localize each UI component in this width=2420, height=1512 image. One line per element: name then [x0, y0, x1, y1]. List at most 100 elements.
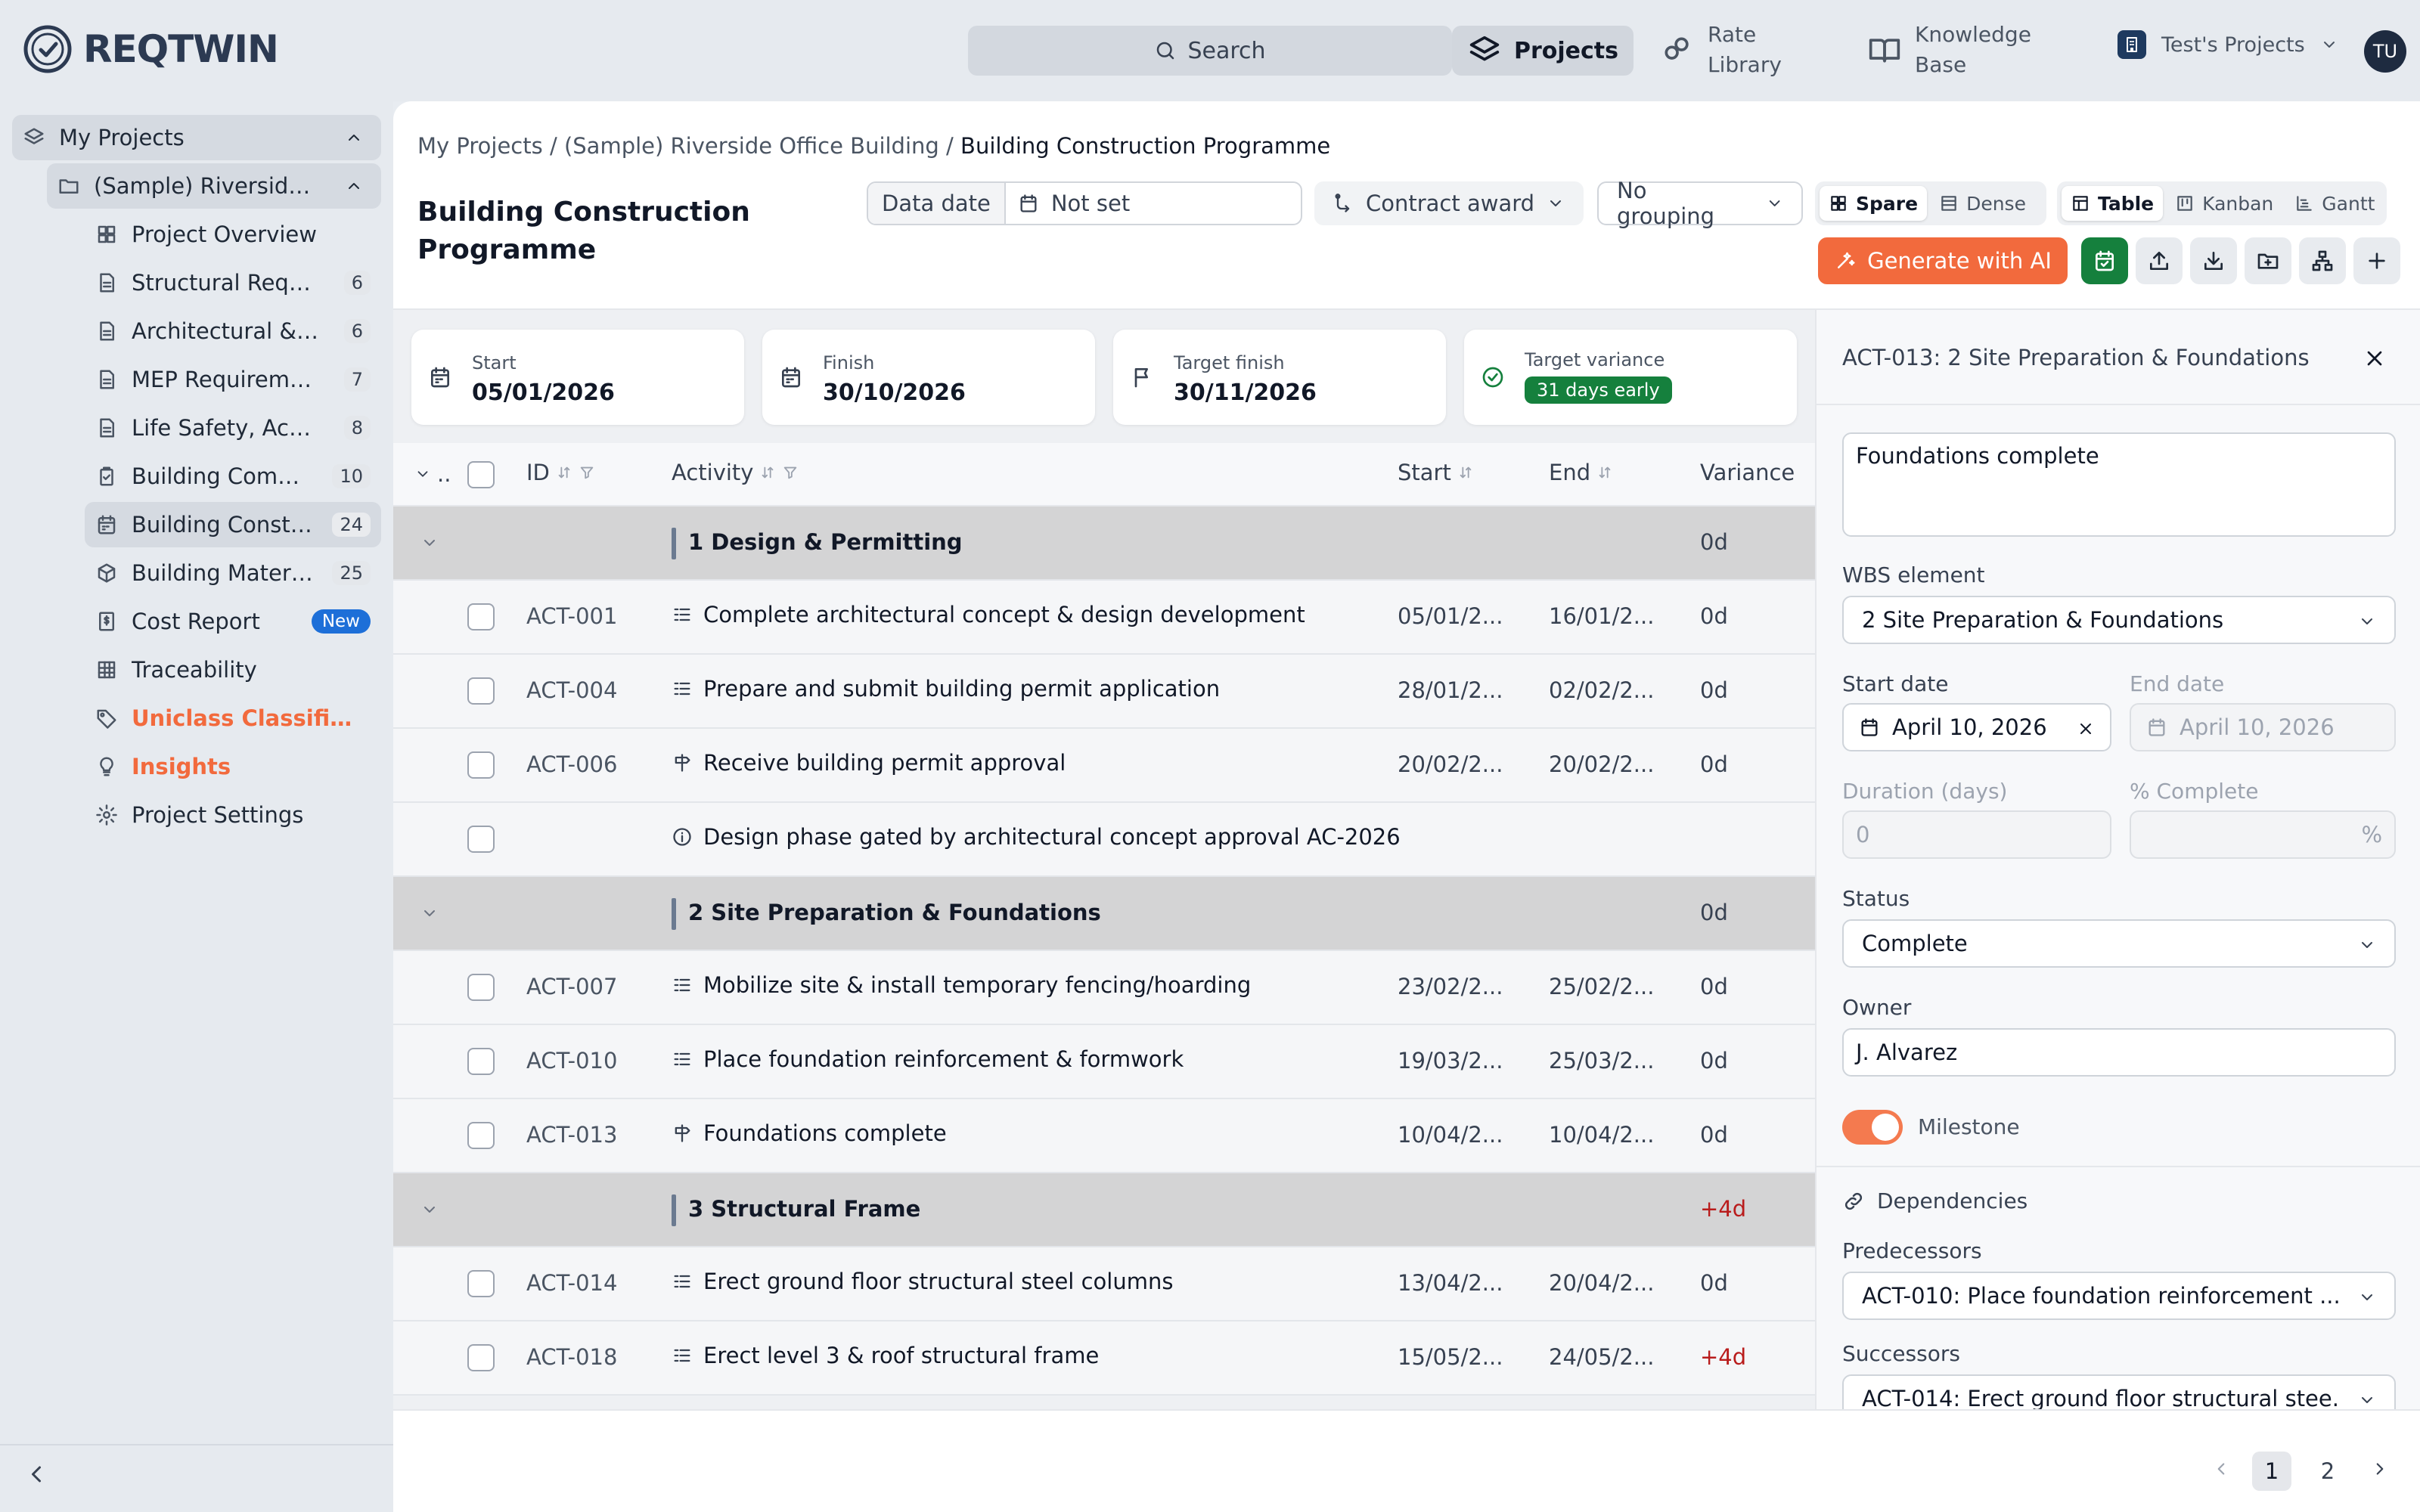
column-id[interactable]: ID: [526, 460, 595, 485]
collapse-sidebar-icon[interactable]: [23, 1461, 50, 1488]
sort-icon[interactable]: [556, 464, 572, 481]
sidebar-item-label: Uniclass Classification: [132, 705, 358, 731]
view-table[interactable]: Table: [2062, 186, 2164, 221]
page-1[interactable]: 1: [2252, 1452, 2291, 1491]
status-select[interactable]: Complete: [1842, 919, 2396, 968]
sidebar-project[interactable]: (Sample) Riverside Office Building: [47, 163, 381, 209]
wbs-select[interactable]: 2 Site Preparation & Foundations: [1842, 596, 2396, 644]
folder-button[interactable]: [2245, 237, 2291, 284]
sidebar-item-mep[interactable]: MEP Requirements 7: [85, 357, 381, 402]
table-row[interactable]: ACT-004 Prepare and submit building perm…: [393, 655, 1815, 729]
download-button[interactable]: [2190, 237, 2237, 284]
sort-icon[interactable]: [1596, 464, 1613, 481]
note-row[interactable]: Design phase gated by architectural conc…: [393, 803, 1815, 877]
data-date-control[interactable]: Data date Not set: [867, 181, 1302, 225]
nav-rate-library[interactable]: Rate Library: [1661, 20, 1791, 80]
clear-icon[interactable]: [2077, 720, 2095, 738]
density-spare-label: Spare: [1856, 192, 1919, 215]
grouping-select[interactable]: No grouping: [1597, 178, 1803, 229]
sidebar-item-label: Building Construction Programme: [132, 512, 313, 538]
workspace-switcher[interactable]: Test's Projects: [2118, 30, 2338, 59]
close-icon[interactable]: [2363, 346, 2387, 370]
table-row[interactable]: ACT-018 Erect level 3 & roof structural …: [393, 1321, 1815, 1396]
row-start: 28/01/2...: [1398, 677, 1503, 703]
chevron-down-icon[interactable]: [420, 1201, 439, 1219]
select-all-checkbox[interactable]: [467, 461, 495, 488]
sidebar-my-projects[interactable]: My Projects: [12, 115, 381, 160]
sidebar-item-insights[interactable]: Insights: [85, 744, 381, 789]
row-checkbox[interactable]: [467, 1122, 495, 1149]
column-activity[interactable]: Activity: [672, 460, 799, 485]
generate-ai-button[interactable]: Generate with AI: [1818, 237, 2068, 284]
prev-page-icon[interactable]: [2211, 1459, 2231, 1479]
nav-knowledge-base[interactable]: Knowledge Base: [1868, 20, 2043, 80]
column-start[interactable]: Start: [1398, 460, 1474, 485]
density-spare[interactable]: Spare: [1820, 186, 1928, 221]
activity-name-textarea[interactable]: Foundations complete: [1842, 432, 2396, 537]
group-row[interactable]: 3 Structural Frame +4d: [393, 1173, 1815, 1247]
nav-projects-label: Projects: [1513, 37, 1618, 64]
sidebar-item-traceability[interactable]: Traceability: [85, 647, 381, 692]
table-row[interactable]: ACT-006 Receive building permit approval…: [393, 729, 1815, 803]
expand-all-toggle[interactable]: ..: [414, 461, 451, 487]
sidebar-item-project-overview[interactable]: Project Overview: [85, 212, 381, 257]
sidebar-item-materials[interactable]: Building Materials 25: [85, 550, 381, 596]
sort-icon[interactable]: [1457, 464, 1474, 481]
hierarchy-button[interactable]: [2299, 237, 2346, 284]
owner-input[interactable]: J. Alvarez: [1842, 1028, 2396, 1077]
sidebar-item-life-safety[interactable]: Life Safety, Accessibility 8: [85, 405, 381, 451]
group-row[interactable]: 2 Site Preparation & Foundations 0d: [393, 877, 1815, 951]
search-button[interactable]: Search: [968, 26, 1452, 76]
row-checkbox[interactable]: [467, 1270, 495, 1297]
filter-icon[interactable]: [782, 464, 799, 481]
column-id-label: ID: [526, 460, 550, 485]
row-end: 25/02/2...: [1549, 974, 1655, 999]
density-dense[interactable]: Dense: [1930, 186, 2035, 221]
breadcrumb-my-projects[interactable]: My Projects: [417, 133, 543, 159]
table-row[interactable]: ACT-014 Erect ground floor structural st…: [393, 1247, 1815, 1321]
sidebar-item-construction-programme[interactable]: Building Construction Programme 24: [85, 502, 381, 547]
row-checkbox[interactable]: [467, 1048, 495, 1075]
row-checkbox[interactable]: [467, 751, 495, 779]
row-checkbox[interactable]: [467, 603, 495, 631]
table-row[interactable]: ACT-007 Mobilize site & install temporar…: [393, 951, 1815, 1025]
sidebar-item-project-settings[interactable]: Project Settings: [85, 792, 381, 838]
table-row[interactable]: ACT-001 Complete architectural concept &…: [393, 581, 1815, 655]
nav-projects[interactable]: Projects: [1452, 26, 1634, 76]
sidebar-item-structural[interactable]: Structural Requirements 6: [85, 260, 381, 305]
predecessors-select[interactable]: ACT-010: Place foundation reinforcement …: [1842, 1272, 2396, 1320]
next-page-icon[interactable]: [2370, 1459, 2390, 1479]
start-date-input[interactable]: April 10, 2026: [1842, 703, 2111, 751]
row-checkbox[interactable]: [467, 826, 495, 853]
table-row-selected[interactable]: ACT-013 Foundations complete 10/04/2... …: [393, 1099, 1815, 1173]
table-row[interactable]: ACT-010 Place foundation reinforcement &…: [393, 1025, 1815, 1099]
row-checkbox[interactable]: [467, 974, 495, 1001]
add-button[interactable]: [2353, 237, 2400, 284]
percent-unit: %: [2361, 822, 2382, 847]
baseline-select[interactable]: Contract award: [1314, 181, 1584, 225]
filter-icon[interactable]: [579, 464, 595, 481]
chevron-down-icon[interactable]: [420, 904, 439, 922]
view-gantt[interactable]: Gantt: [2285, 186, 2384, 221]
sidebar-item-architectural[interactable]: Architectural & Interior 6: [85, 308, 381, 354]
brand-logo[interactable]: REQTWIN: [23, 24, 279, 74]
row-checkbox[interactable]: [467, 677, 495, 705]
column-end[interactable]: End: [1549, 460, 1613, 485]
sidebar-item-uniclass[interactable]: Uniclass Classification: [85, 696, 381, 741]
sidebar-item-compliance[interactable]: Building Compliance 10: [85, 454, 381, 499]
chevron-down-icon[interactable]: [420, 534, 439, 552]
row-checkbox[interactable]: [467, 1344, 495, 1371]
upload-button[interactable]: [2136, 237, 2183, 284]
breadcrumb-project[interactable]: (Sample) Riverside Office Building: [564, 133, 939, 159]
view-kanban[interactable]: Kanban: [2166, 186, 2282, 221]
sort-icon[interactable]: [759, 464, 776, 481]
column-variance[interactable]: Variance: [1700, 460, 1795, 485]
milestone-toggle[interactable]: [1842, 1110, 1903, 1145]
successors-select[interactable]: ACT-014: Erect ground floor structural s…: [1842, 1374, 2396, 1409]
group-row[interactable]: 1 Design & Permitting 0d: [393, 507, 1815, 581]
user-avatar[interactable]: TU: [2364, 30, 2406, 73]
gear-icon: [96, 804, 117, 826]
calendar-sync-button[interactable]: [2081, 237, 2128, 284]
page-2[interactable]: 2: [2308, 1452, 2347, 1491]
sidebar-item-cost-report[interactable]: Cost Report New: [85, 599, 381, 644]
